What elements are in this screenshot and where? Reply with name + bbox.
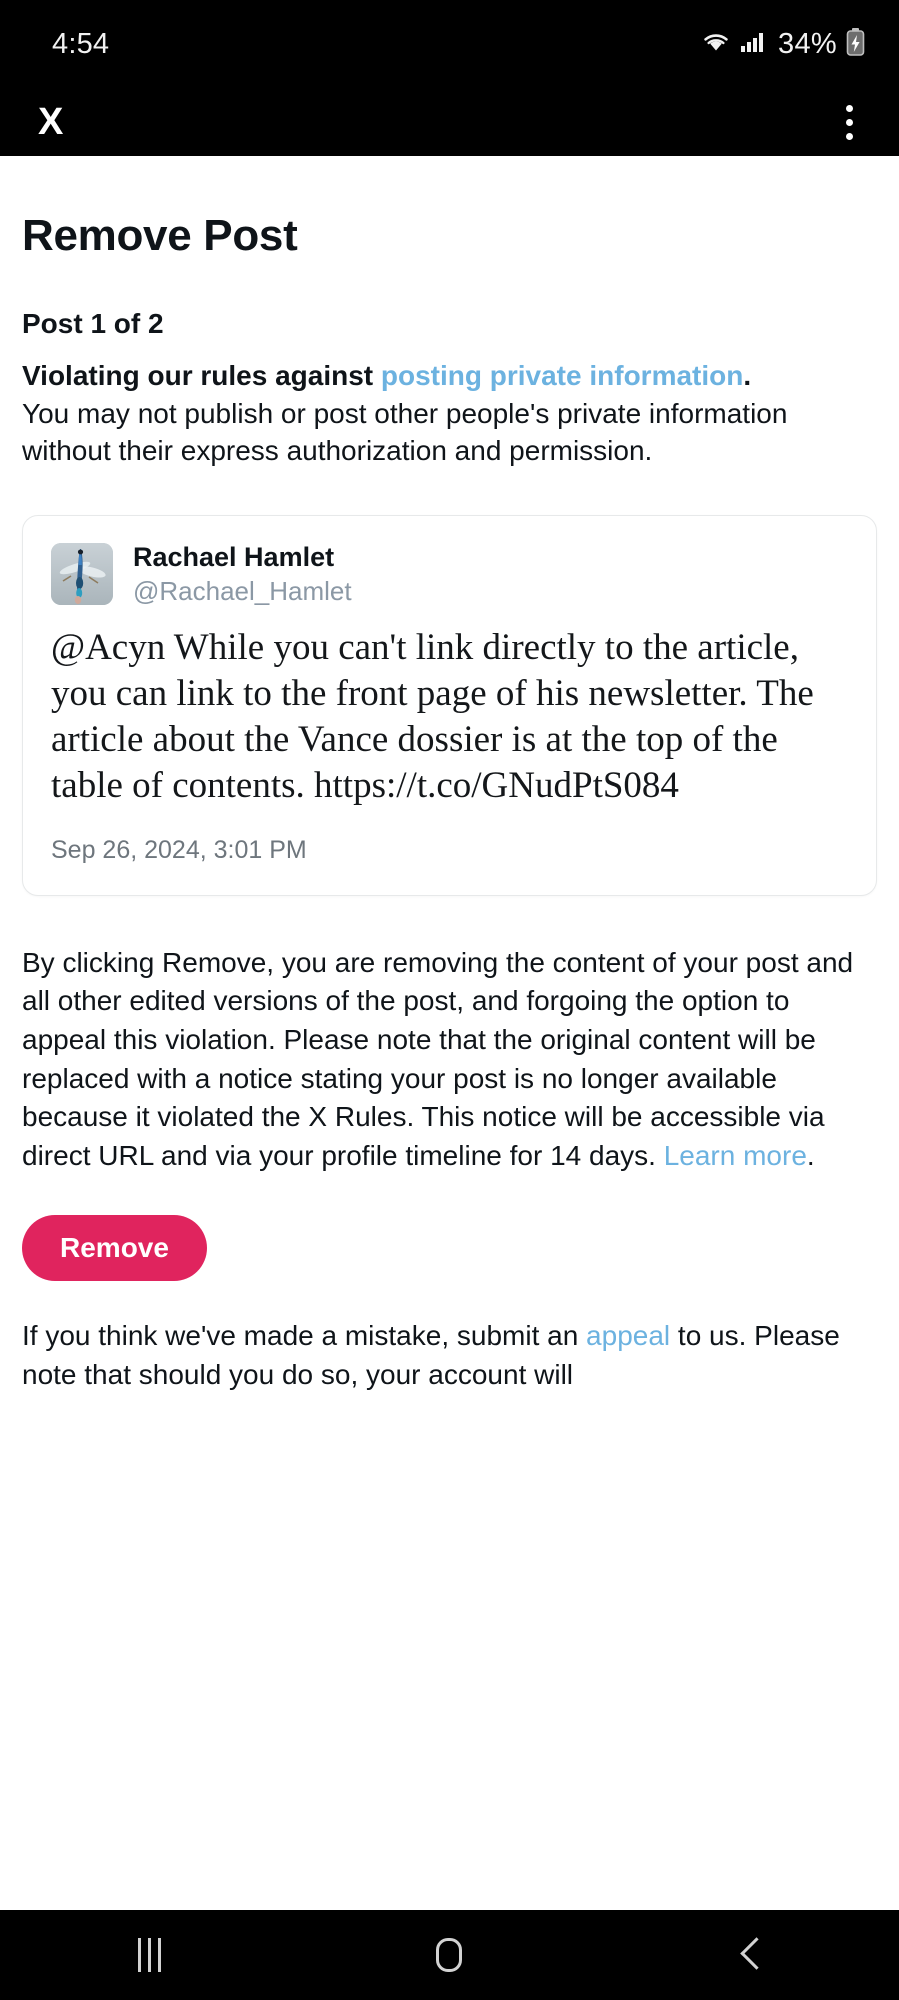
appeal-prefix: If you think we've made a mistake, submi… xyxy=(22,1320,587,1352)
kebab-dot xyxy=(846,118,853,126)
post-author-handle: @Rachael_Hamlet xyxy=(133,576,352,607)
learn-more-link[interactable]: Learn more xyxy=(664,1140,807,1171)
recents-bar xyxy=(158,1938,162,1972)
post-author-row: Rachael Hamlet @Rachael_Hamlet xyxy=(51,542,848,607)
disclaimer-suffix: . xyxy=(806,1139,815,1171)
home-icon[interactable] xyxy=(389,1920,509,1990)
violation-description: Violating our rules against posting priv… xyxy=(22,357,877,470)
home-glyph xyxy=(436,1938,463,1972)
disclaimer-body: By clicking Remove, you are removing the… xyxy=(22,946,854,1171)
android-navigation-bar xyxy=(0,1910,899,2000)
private-information-policy-link[interactable]: posting private information xyxy=(381,360,743,391)
app-bar: X xyxy=(0,88,899,156)
appeal-link[interactable]: appeal xyxy=(586,1320,670,1351)
removal-disclaimer: By clicking Remove, you are removing the… xyxy=(22,944,877,1176)
back-icon[interactable] xyxy=(689,1920,809,1990)
recents-glyph xyxy=(138,1938,162,1972)
wifi-icon xyxy=(701,30,731,59)
battery-charging-icon xyxy=(846,27,865,61)
battery-percent-label: 34% xyxy=(778,27,837,60)
recents-bar xyxy=(148,1938,152,1972)
post-text: @Acyn While you can't link directly to t… xyxy=(51,626,814,807)
x-logo-icon[interactable]: X xyxy=(30,99,71,145)
recents-icon[interactable] xyxy=(90,1920,210,1990)
violation-body: You may not publish or post other people… xyxy=(22,397,788,467)
kebab-menu-icon[interactable] xyxy=(838,99,861,146)
kebab-dot xyxy=(846,104,853,112)
post-counter: Post 1 of 2 xyxy=(22,308,164,340)
cellular-signal-icon xyxy=(740,30,766,59)
main-content: Remove Post Post 1 of 2 Violating our ru… xyxy=(0,156,899,1910)
status-indicators: 34% xyxy=(701,27,865,61)
violation-headline-prefix: Violating our rules against xyxy=(22,359,381,391)
page-title: Remove Post xyxy=(22,211,298,260)
dragonfly-avatar-image xyxy=(51,543,113,606)
kebab-dot xyxy=(846,132,853,140)
phone-screen: 4:54 34% X Remove Post Post 1 of 2 Viola… xyxy=(0,0,899,2000)
status-bar: 4:54 34% xyxy=(0,0,899,88)
post-author-name: Rachael Hamlet xyxy=(133,542,335,573)
post-identity: Rachael Hamlet @Rachael_Hamlet xyxy=(133,542,352,607)
recents-bar xyxy=(138,1938,142,1972)
embedded-post-card[interactable]: Rachael Hamlet @Rachael_Hamlet @Acyn Whi… xyxy=(22,515,877,896)
remove-button[interactable]: Remove xyxy=(22,1215,207,1282)
post-timestamp: Sep 26, 2024, 3:01 PM xyxy=(51,835,307,864)
appeal-paragraph: If you think we've made a mistake, submi… xyxy=(22,1317,877,1394)
back-glyph xyxy=(738,1938,760,1972)
violation-headline-suffix: . xyxy=(743,359,752,391)
status-time: 4:54 xyxy=(52,27,110,60)
